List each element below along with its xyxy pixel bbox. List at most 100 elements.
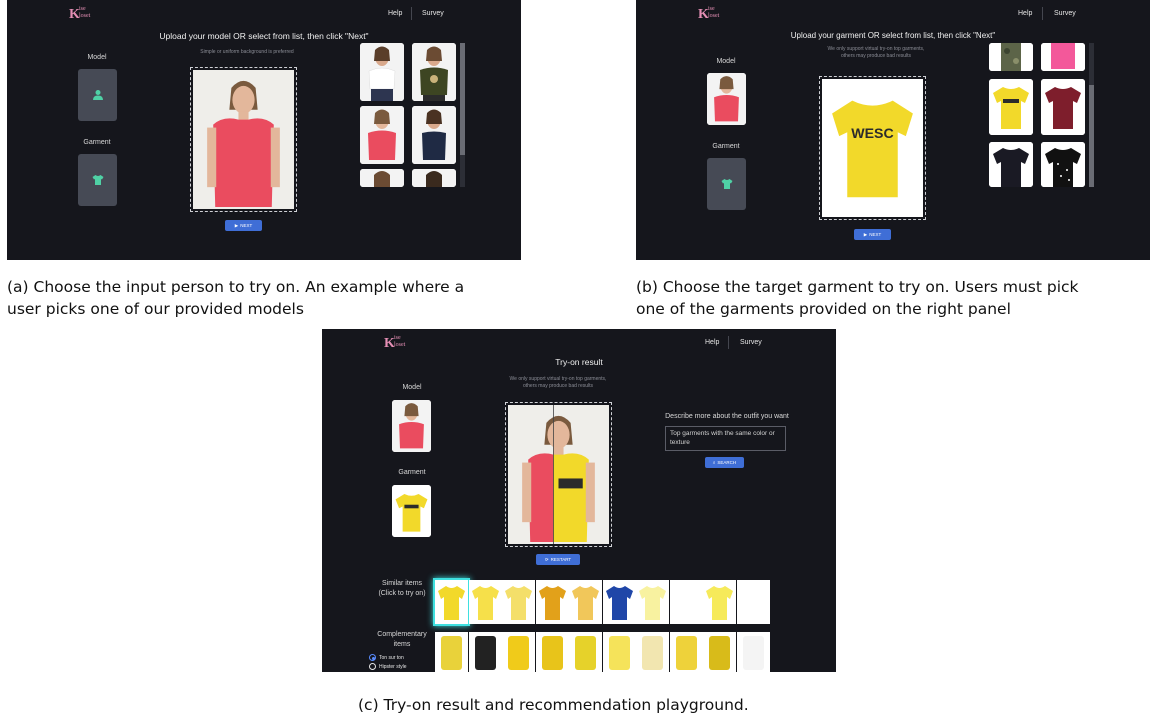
similar-item[interactable] — [636, 580, 669, 624]
page-title: Try-on result — [555, 357, 603, 367]
garment-print-text: WESC — [851, 125, 893, 141]
garment-option[interactable] — [989, 43, 1033, 71]
similar-item[interactable] — [736, 580, 770, 624]
restart-button[interactable]: ⟳ RESTART — [536, 554, 580, 565]
garment-option[interactable] — [1041, 142, 1085, 187]
nav-survey[interactable]: Survey — [1054, 10, 1076, 17]
screenshot-choose-model: K ise loset Help Survey Upload your mode… — [7, 0, 521, 260]
search-button[interactable]: ⌕ SEARCH — [705, 457, 744, 468]
garment-preview-dropzone[interactable]: WESC — [819, 76, 926, 220]
complementary-item[interactable] — [636, 632, 669, 672]
model-option[interactable] — [360, 106, 404, 164]
model-label: Model — [716, 58, 736, 65]
app-logo[interactable]: K ise loset — [384, 335, 405, 351]
selected-model-thumb[interactable] — [392, 400, 431, 452]
garment-option[interactable] — [989, 79, 1033, 135]
describe-input[interactable]: Top garments with the same color or text… — [665, 426, 786, 451]
nav-help[interactable]: Help — [1018, 10, 1032, 17]
nav-survey[interactable]: Survey — [740, 339, 762, 346]
person-icon — [92, 90, 103, 100]
complementary-item[interactable] — [435, 632, 468, 672]
similar-item[interactable] — [602, 580, 636, 624]
selected-model-thumb[interactable] — [707, 73, 746, 125]
nav-help[interactable]: Help — [388, 10, 402, 17]
complementary-item[interactable] — [736, 632, 770, 672]
nav-divider — [728, 336, 729, 349]
similar-item[interactable] — [703, 580, 736, 624]
screenshot-choose-garment: K ise loset Help Survey Upload your garm… — [636, 0, 1150, 260]
caption-b: (b) Choose the target garment to try on.… — [636, 278, 1079, 318]
play-icon: ▶ — [234, 222, 239, 228]
radio-hipster-style[interactable]: Hipster style — [369, 663, 407, 670]
nav-survey[interactable]: Survey — [422, 10, 444, 17]
screenshot-tryon-result: K ise loset Help Survey Try-on result We… — [322, 329, 836, 672]
model-preview-image — [193, 70, 294, 209]
refresh-icon: ⟳ — [544, 556, 549, 562]
nav-divider — [411, 7, 412, 20]
radio-dot — [369, 663, 376, 670]
upload-hint: Simple or uniform background is preferre… — [200, 49, 294, 55]
model-label: Model — [402, 384, 422, 391]
page-title: Upload your model OR select from list, t… — [159, 31, 369, 41]
garment-option[interactable] — [989, 142, 1033, 187]
complementary-item[interactable] — [535, 632, 569, 672]
gallery-scrollbar[interactable] — [460, 43, 465, 187]
tshirt-icon — [92, 175, 103, 185]
page-title: Upload your garment OR select from list,… — [790, 31, 996, 40]
model-option[interactable] — [412, 106, 456, 164]
similar-item[interactable] — [569, 580, 602, 624]
tshirt-icon — [721, 179, 732, 189]
top-bar: K ise loset Help Survey — [636, 0, 1150, 30]
model-option[interactable] — [360, 169, 404, 187]
similar-item[interactable] — [435, 580, 468, 624]
complementary-item[interactable] — [669, 632, 703, 672]
complementary-item[interactable] — [703, 632, 736, 672]
complementary-item[interactable] — [502, 632, 535, 672]
garment-option[interactable] — [1041, 43, 1085, 71]
app-logo[interactable]: K ise loset — [698, 6, 719, 22]
garment-option[interactable] — [1041, 79, 1085, 135]
search-icon: ⌕ — [712, 460, 716, 465]
model-option[interactable] — [360, 43, 404, 101]
radio-ton-sur-ton[interactable]: Ton sur ton — [369, 654, 404, 661]
complementary-item[interactable] — [602, 632, 636, 672]
selected-garment-thumb[interactable] — [392, 485, 431, 537]
complementary-items-label: Complementary items — [377, 631, 427, 648]
describe-label: Describe more about the outfit you want — [665, 413, 789, 420]
tryon-result-viewer[interactable] — [505, 402, 612, 547]
nav-divider — [1042, 7, 1043, 20]
garment-slot[interactable] — [707, 158, 746, 210]
model-preview-dropzone[interactable] — [190, 67, 297, 212]
nav-help[interactable]: Help — [705, 339, 719, 346]
garment-hint: We only support virtual try-on top garme… — [509, 376, 607, 389]
complementary-item[interactable] — [468, 632, 502, 672]
similar-item[interactable] — [669, 580, 703, 624]
caption-c: (c) Try-on result and recommendation pla… — [358, 696, 749, 714]
top-bar: K ise loset Help Survey — [322, 329, 836, 359]
top-bar: K ise loset Help Survey — [7, 0, 521, 30]
model-slot[interactable] — [78, 69, 117, 121]
similar-item[interactable] — [502, 580, 535, 624]
garment-preview-image: WESC — [822, 79, 923, 217]
garment-label: Garment — [398, 469, 426, 476]
next-button[interactable]: ▶ NEXT — [854, 229, 891, 240]
model-option[interactable] — [412, 169, 456, 187]
gallery-scrollbar-thumb[interactable] — [1089, 85, 1094, 187]
garment-slot[interactable] — [78, 154, 117, 206]
caption-a: (a) Choose the input person to try on. A… — [7, 278, 465, 318]
next-button[interactable]: ▶ NEXT — [225, 220, 262, 231]
garment-hint: We only support virtual try-on top garme… — [827, 46, 925, 59]
play-icon: ▶ — [863, 231, 868, 237]
similar-item[interactable] — [468, 580, 502, 624]
garment-label: Garment — [712, 143, 740, 150]
similar-items-label: Similar items (Click to try on) — [378, 580, 426, 597]
garment-label: Garment — [83, 139, 111, 146]
gallery-scrollbar-thumb[interactable] — [460, 43, 465, 155]
app-logo[interactable]: K ise loset — [69, 6, 90, 22]
similar-item[interactable] — [535, 580, 569, 624]
model-label: Model — [87, 54, 107, 61]
gallery-scrollbar[interactable] — [1089, 43, 1094, 187]
model-option[interactable] — [412, 43, 456, 101]
complementary-item[interactable] — [569, 632, 602, 672]
radio-dot — [369, 654, 376, 661]
